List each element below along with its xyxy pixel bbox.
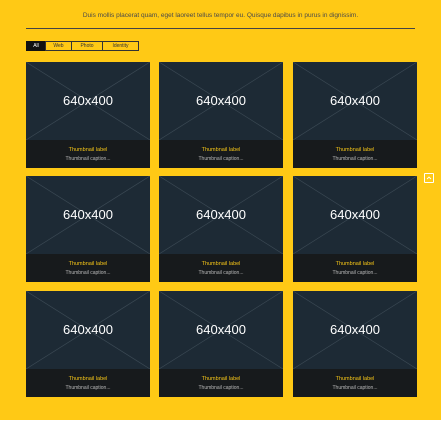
- thumbnail-dimensions: 640x400: [63, 93, 113, 108]
- thumbnail-caption: Thumbnail caption...: [65, 270, 111, 276]
- thumbnail-caption-bar: Thumbnail label Thumbnail caption...: [159, 254, 283, 282]
- thumbnail-dimensions: 640x400: [63, 322, 113, 337]
- filter-all-button[interactable]: All: [26, 41, 46, 51]
- thumbnail-dimensions: 640x400: [330, 207, 380, 222]
- thumbnail-card[interactable]: 640x400 Thumbnail label Thumbnail captio…: [293, 176, 417, 282]
- thumbnail-caption-bar: Thumbnail label Thumbnail caption...: [159, 369, 283, 397]
- filter-bar: All Web Photo Identity: [26, 41, 139, 51]
- intro-text: Duis mollis placerat quam, eget laoreet …: [82, 12, 359, 19]
- thumbnail-caption-bar: Thumbnail label Thumbnail caption...: [159, 140, 283, 168]
- thumbnail-caption-bar: Thumbnail label Thumbnail caption...: [26, 140, 150, 168]
- thumbnail-caption: Thumbnail caption...: [332, 385, 378, 391]
- thumbnail-card[interactable]: 640x400 Thumbnail label Thumbnail captio…: [159, 176, 283, 282]
- thumbnail-caption: Thumbnail caption...: [332, 156, 378, 162]
- portfolio-page: Duis mollis placerat quam, eget laoreet …: [0, 0, 443, 420]
- thumbnail-label: Thumbnail label: [68, 261, 108, 267]
- chevron-up-icon: [426, 176, 432, 180]
- thumbnail-image: 640x400: [26, 62, 150, 140]
- thumbnail-image: 640x400: [26, 176, 150, 254]
- thumbnail-card[interactable]: 640x400 Thumbnail label Thumbnail captio…: [293, 291, 417, 397]
- thumbnail-caption-bar: Thumbnail label Thumbnail caption...: [293, 254, 417, 282]
- thumbnail-label: Thumbnail label: [68, 376, 108, 382]
- scroll-to-top-button[interactable]: [424, 173, 434, 183]
- thumbnail-caption-bar: Thumbnail label Thumbnail caption...: [293, 369, 417, 397]
- thumbnail-card[interactable]: 640x400 Thumbnail label Thumbnail captio…: [26, 176, 150, 282]
- thumbnail-card[interactable]: 640x400 Thumbnail label Thumbnail captio…: [293, 62, 417, 168]
- thumbnail-dimensions: 640x400: [330, 322, 380, 337]
- thumbnail-dimensions: 640x400: [196, 322, 246, 337]
- thumbnail-caption-bar: Thumbnail label Thumbnail caption...: [26, 254, 150, 282]
- thumbnail-label: Thumbnail label: [201, 376, 241, 382]
- thumbnail-dimensions: 640x400: [196, 93, 246, 108]
- thumbnail-caption: Thumbnail caption...: [198, 270, 244, 276]
- thumbnail-grid: 640x400 Thumbnail label Thumbnail captio…: [26, 62, 417, 398]
- thumbnail-image: 640x400: [159, 62, 283, 140]
- thumbnail-image: 640x400: [293, 176, 417, 254]
- thumbnail-dimensions: 640x400: [330, 93, 380, 108]
- thumbnail-image: 640x400: [159, 291, 283, 369]
- filter-photo-button[interactable]: Photo: [71, 41, 103, 51]
- thumbnail-label: Thumbnail label: [335, 376, 375, 382]
- thumbnail-caption: Thumbnail caption...: [332, 270, 378, 276]
- thumbnail-caption-bar: Thumbnail label Thumbnail caption...: [26, 369, 150, 397]
- thumbnail-image: 640x400: [159, 176, 283, 254]
- thumbnail-image: 640x400: [293, 291, 417, 369]
- thumbnail-caption: Thumbnail caption...: [198, 385, 244, 391]
- thumbnail-dimensions: 640x400: [196, 207, 246, 222]
- thumbnail-card[interactable]: 640x400 Thumbnail label Thumbnail captio…: [159, 291, 283, 397]
- thumbnail-label: Thumbnail label: [68, 147, 108, 153]
- thumbnail-image: 640x400: [293, 62, 417, 140]
- divider: [26, 28, 415, 29]
- thumbnail-card[interactable]: 640x400 Thumbnail label Thumbnail captio…: [26, 62, 150, 168]
- thumbnail-caption-bar: Thumbnail label Thumbnail caption...: [293, 140, 417, 168]
- thumbnail-label: Thumbnail label: [201, 261, 241, 267]
- filter-identity-button[interactable]: Identity: [102, 41, 139, 51]
- thumbnail-card[interactable]: 640x400 Thumbnail label Thumbnail captio…: [159, 62, 283, 168]
- thumbnail-caption: Thumbnail caption...: [65, 385, 111, 391]
- thumbnail-card[interactable]: 640x400 Thumbnail label Thumbnail captio…: [26, 291, 150, 397]
- thumbnail-dimensions: 640x400: [63, 207, 113, 222]
- thumbnail-caption: Thumbnail caption...: [65, 156, 111, 162]
- thumbnail-caption: Thumbnail caption...: [198, 156, 244, 162]
- filter-web-button[interactable]: Web: [45, 41, 72, 51]
- thumbnail-image: 640x400: [26, 291, 150, 369]
- thumbnail-label: Thumbnail label: [335, 147, 375, 153]
- thumbnail-label: Thumbnail label: [335, 261, 375, 267]
- thumbnail-label: Thumbnail label: [201, 147, 241, 153]
